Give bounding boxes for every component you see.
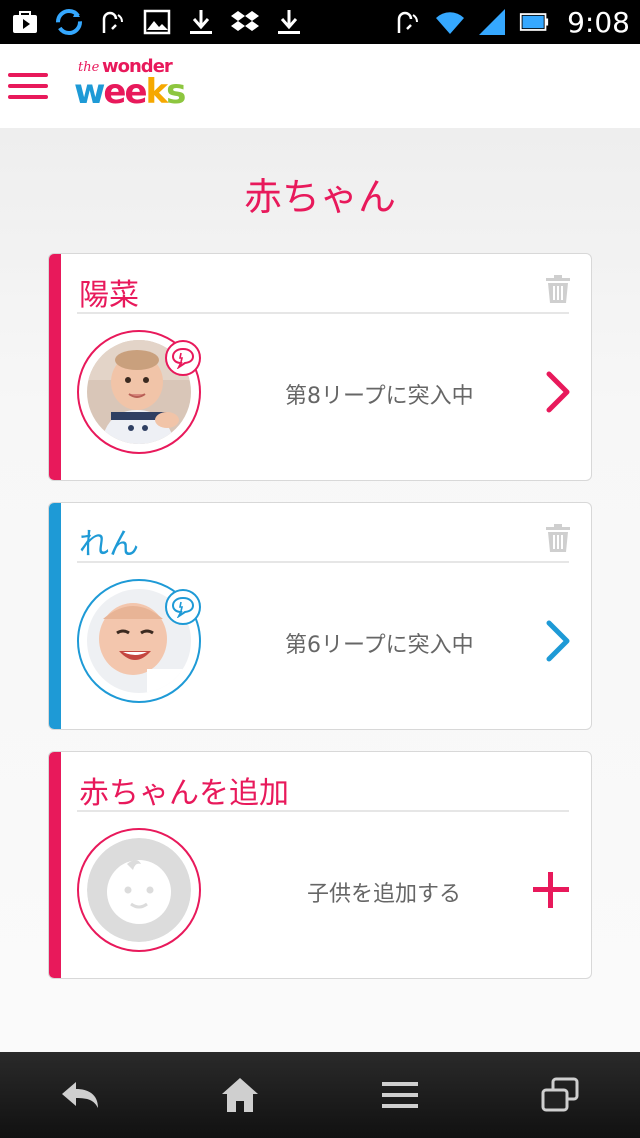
nfc-icon bbox=[393, 7, 423, 37]
download-icon bbox=[186, 7, 216, 37]
baby-card[interactable]: 陽菜 第8リープに突入中 bbox=[48, 253, 592, 481]
leap-status-text: 第6リープに突入中 bbox=[285, 633, 474, 658]
card-divider bbox=[77, 810, 569, 812]
add-baby-title: 赤ちゃんを追加 bbox=[79, 776, 289, 811]
baby-name: 陽菜 bbox=[79, 278, 139, 313]
menu-hamburger-icon[interactable] bbox=[8, 65, 50, 107]
card-accent-stripe bbox=[49, 254, 61, 480]
baby-name: れん bbox=[79, 527, 139, 562]
chat-bubble-icon[interactable] bbox=[165, 589, 201, 625]
system-nav-bar bbox=[0, 1052, 640, 1138]
page-title: 赤ちゃん bbox=[243, 175, 396, 219]
signal-icon bbox=[477, 7, 507, 37]
add-child-label: 子供を追加する bbox=[307, 882, 462, 907]
sync-icon bbox=[54, 7, 84, 37]
back-icon[interactable] bbox=[50, 1065, 110, 1125]
wonder-weeks-logo: the wonder weeks bbox=[74, 56, 186, 112]
card-accent-stripe bbox=[49, 752, 61, 978]
wifi-icon bbox=[435, 7, 465, 37]
leap-status-text: 第8リープに突入中 bbox=[285, 384, 474, 409]
baby-avatar[interactable] bbox=[77, 579, 201, 703]
status-clock: 9:08 bbox=[567, 5, 630, 39]
card-accent-stripe bbox=[49, 503, 61, 729]
trash-icon[interactable] bbox=[545, 274, 571, 304]
chevron-right-icon[interactable] bbox=[543, 370, 573, 414]
dropbox-icon bbox=[230, 7, 260, 37]
download-icon bbox=[274, 7, 304, 37]
baby-card[interactable]: れん 第6リープに突入中 bbox=[48, 502, 592, 730]
main-content: 赤ちゃん 陽菜 第8リープに突入中 れん 第6リープに突入中 赤ちゃんを追加 子… bbox=[0, 128, 640, 1052]
placeholder-avatar[interactable] bbox=[77, 828, 201, 952]
status-bar: 9:08 bbox=[0, 0, 640, 44]
chat-bubble-icon[interactable] bbox=[165, 340, 201, 376]
chevron-right-icon[interactable] bbox=[543, 619, 573, 663]
plus-icon[interactable] bbox=[531, 870, 571, 910]
menu-icon[interactable] bbox=[370, 1065, 430, 1125]
recent-apps-icon[interactable] bbox=[530, 1065, 590, 1125]
trash-icon[interactable] bbox=[545, 523, 571, 553]
battery-icon bbox=[519, 7, 549, 37]
card-divider bbox=[77, 561, 569, 563]
image-icon bbox=[142, 7, 172, 37]
baby-avatar[interactable] bbox=[77, 330, 201, 454]
home-icon[interactable] bbox=[210, 1065, 270, 1125]
nfc-icon bbox=[98, 7, 128, 37]
card-divider bbox=[77, 312, 569, 314]
app-bar: the wonder weeks bbox=[0, 44, 640, 128]
play-store-icon bbox=[10, 7, 40, 37]
add-baby-card[interactable]: 赤ちゃんを追加 子供を追加する bbox=[48, 751, 592, 979]
baby-face-placeholder-icon bbox=[87, 838, 191, 942]
